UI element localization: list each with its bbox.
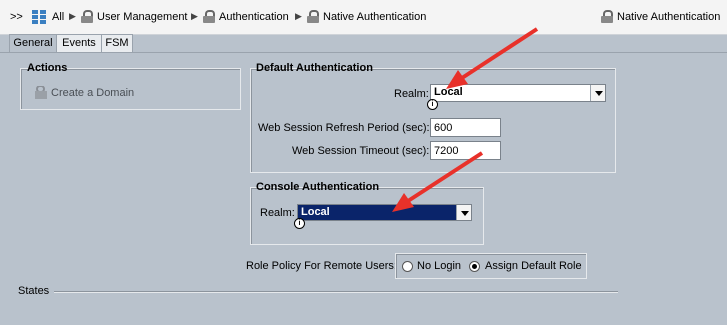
red-arrow-annotation [446,27,539,89]
annotation-arrows [392,27,539,212]
red-arrow-annotation [392,151,484,212]
